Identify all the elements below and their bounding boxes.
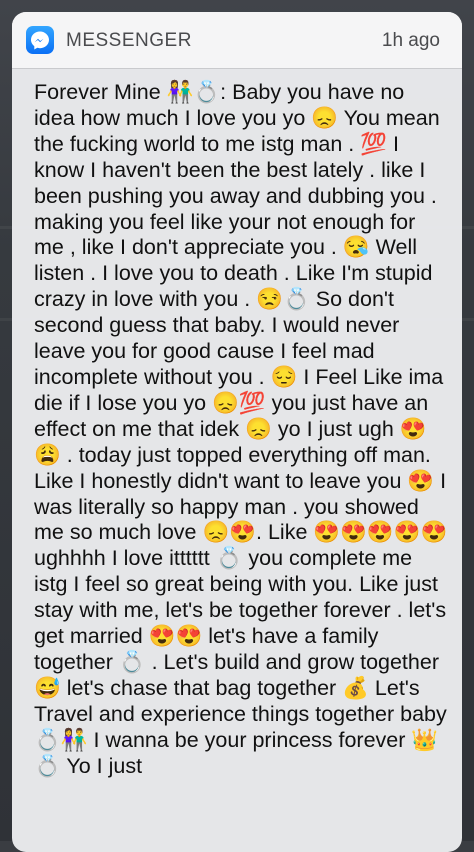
messenger-icon: [26, 26, 54, 54]
notification-header: MESSENGER 1h ago: [12, 12, 462, 69]
message-body: Forever Mine 👫💍: Baby you have no idea h…: [34, 80, 450, 779]
app-name: MESSENGER: [66, 30, 192, 51]
notification-card[interactable]: MESSENGER 1h ago Forever Mine 👫💍: Baby y…: [12, 12, 462, 852]
message-text: Baby you have no idea how much I love yo…: [34, 80, 448, 778]
notification-time: 1h ago: [381, 30, 440, 51]
message-sender: Forever Mine 👫💍:: [34, 80, 227, 104]
